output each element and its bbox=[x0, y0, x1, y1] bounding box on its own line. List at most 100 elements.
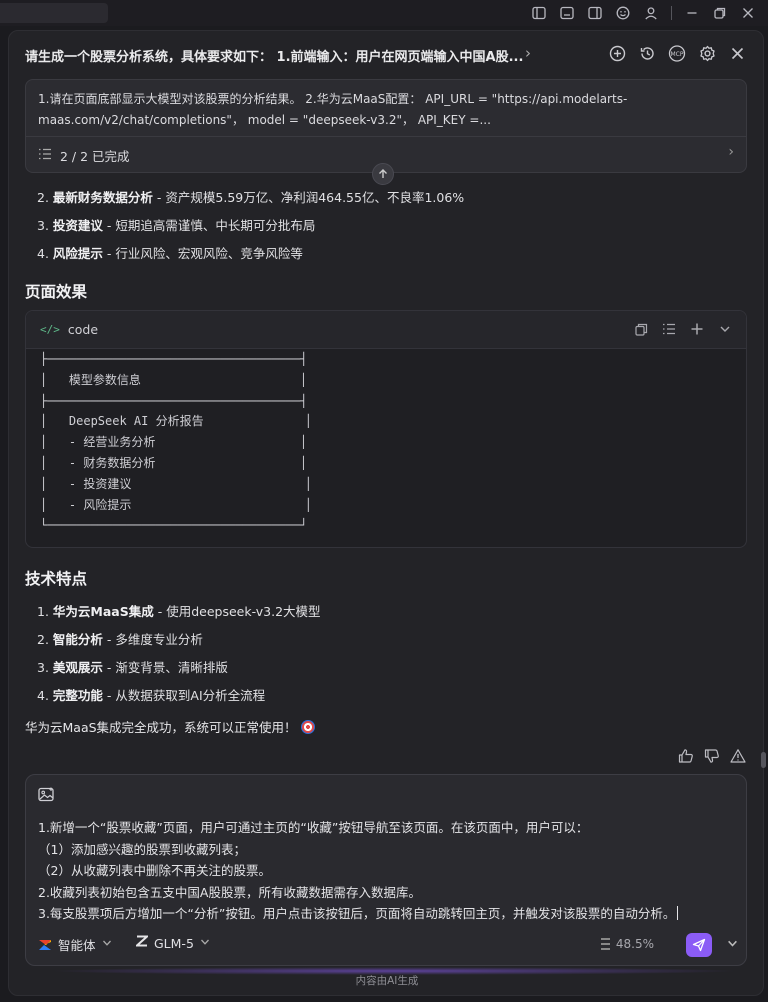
agent-selector[interactable]: 智能体 bbox=[38, 935, 112, 954]
list-item: 4. 完整功能 - 从数据获取到AI分析全流程 bbox=[37, 685, 265, 704]
warning-icon[interactable] bbox=[729, 747, 747, 765]
send-button[interactable] bbox=[686, 933, 712, 957]
section-heading: 页面效果 bbox=[25, 283, 88, 301]
list-lines-icon[interactable] bbox=[660, 320, 678, 338]
composer-toolbar: 智能体 GLM-5 48.5% bbox=[38, 933, 738, 957]
tab-stub[interactable] bbox=[0, 3, 108, 23]
list-number: 2. bbox=[37, 632, 49, 647]
sidebar-left-icon[interactable] bbox=[527, 3, 551, 23]
message-composer: 1.新增一个“股票收藏”页面，用户可通过主页的“收藏”按钮导航至该页面。在该页面… bbox=[25, 774, 747, 966]
code-actions bbox=[632, 320, 734, 338]
svg-text:MCP: MCP bbox=[671, 51, 684, 58]
toolbar-separator bbox=[671, 6, 672, 20]
sidebar-right-icon[interactable] bbox=[583, 3, 607, 23]
requirement-card[interactable]: 1.请在页面底部显示大模型对该股票的分析结果。 2.华为云MaaS配置： API… bbox=[25, 79, 747, 173]
close-window-icon[interactable] bbox=[736, 3, 760, 23]
copy-icon[interactable] bbox=[632, 320, 650, 338]
list-item-title: 美观展示 bbox=[52, 660, 103, 675]
restore-icon[interactable] bbox=[708, 3, 732, 23]
model-selector[interactable]: GLM-5 bbox=[134, 935, 210, 951]
card-divider bbox=[26, 136, 746, 137]
mcp-icon[interactable]: MCP bbox=[667, 43, 687, 63]
input-line: 1.新增一个“股票收藏”页面，用户可通过主页的“收藏”按钮导航至该页面。在该页面… bbox=[38, 820, 589, 835]
chat-panel: 请生成一个股票分析系统，具体要求如下： 1.前端输入：用户在网页端输入中国A股.… bbox=[8, 30, 764, 996]
image-upload-icon[interactable] bbox=[38, 787, 55, 806]
code-block: </> code ├──────────────────────────────… bbox=[25, 310, 747, 548]
list-item-title: 投资建议 bbox=[52, 218, 103, 233]
final-message: 华为云MaaS集成完全成功，系统可以正常使用！ bbox=[25, 717, 315, 736]
panel-bottom-icon[interactable] bbox=[555, 3, 579, 23]
list-item: 1. 华为云MaaS集成 - 使用deepseek-v3.2大模型 bbox=[37, 601, 321, 620]
new-chat-icon[interactable] bbox=[607, 43, 627, 63]
section-heading: 技术特点 bbox=[25, 570, 88, 588]
close-icon[interactable] bbox=[727, 43, 747, 63]
code-language-label: code bbox=[67, 322, 99, 337]
list-item-title: 华为云MaaS集成 bbox=[52, 604, 154, 619]
chevron-right-icon[interactable]: › bbox=[728, 144, 734, 160]
settings-gear-icon[interactable] bbox=[697, 43, 717, 63]
input-line: （2）从收藏列表中删除不再关注的股票。 bbox=[38, 863, 271, 878]
model-label: GLM-5 bbox=[154, 935, 194, 951]
context-bars-icon bbox=[600, 938, 610, 950]
send-options-chevron-icon[interactable] bbox=[727, 938, 738, 952]
agent-logo-icon bbox=[38, 938, 52, 952]
code-icon: </> bbox=[40, 323, 60, 336]
list-item-title: 风险提示 bbox=[52, 246, 103, 261]
list-number: 4. bbox=[37, 246, 49, 261]
list-item-desc: - 使用deepseek-v3.2大模型 bbox=[153, 604, 321, 619]
list-item: 2. 智能分析 - 多维度专业分析 bbox=[37, 629, 203, 648]
context-usage[interactable]: 48.5% bbox=[600, 937, 654, 951]
message-input[interactable]: 1.新增一个“股票收藏”页面，用户可通过主页的“收藏”按钮导航至该页面。在该页面… bbox=[38, 817, 738, 925]
progress-label: 2 / 2 已完成 bbox=[60, 149, 130, 164]
history-icon[interactable] bbox=[637, 43, 657, 63]
final-message-text: 华为云MaaS集成完全成功，系统可以正常使用！ bbox=[25, 720, 297, 735]
chat-header: 请生成一个股票分析系统，具体要求如下： 1.前端输入：用户在网页端输入中国A股.… bbox=[9, 31, 763, 79]
input-line: 2.收藏列表初始包含五支中国A股股票，所有收藏数据需存入数据库。 bbox=[38, 884, 421, 900]
feedback-actions bbox=[677, 747, 747, 765]
ai-generated-note: 内容由AI生成 bbox=[355, 975, 419, 987]
input-line: （1）添加感兴趣的股票到收藏列表； bbox=[38, 841, 246, 857]
list-item-title: 智能分析 bbox=[52, 632, 103, 647]
smiley-icon[interactable] bbox=[611, 3, 635, 23]
chevron-down-icon bbox=[102, 938, 112, 951]
list-item-title: 完整功能 bbox=[52, 688, 103, 703]
chat-title[interactable]: 请生成一个股票分析系统，具体要求如下： 1.前端输入：用户在网页端输入中国A股.… bbox=[25, 46, 523, 65]
agent-label: 智能体 bbox=[58, 938, 96, 953]
list-item: 3. 投资建议 - 短期追高需谨慎、中长期可分批布局 bbox=[37, 215, 315, 234]
input-line-text: 3.每支股票项后方增加一个“分析”按钮。用户点击该按钮后，页面将自动跳转回主页，… bbox=[38, 906, 676, 921]
list-number: 3. bbox=[37, 660, 49, 675]
chevron-right-icon[interactable]: › bbox=[525, 44, 531, 62]
top-bar bbox=[0, 0, 768, 26]
list-item-desc: - 资产规模5.59万亿、净利润464.55亿、不良率1.06% bbox=[152, 190, 465, 205]
chevron-down-icon bbox=[200, 937, 210, 950]
list-item-desc: - 短期追高需谨慎、中长期可分批布局 bbox=[102, 218, 316, 233]
thumbs-up-icon[interactable] bbox=[677, 747, 695, 765]
list-number: 3. bbox=[37, 218, 49, 233]
list-number: 2. bbox=[37, 190, 49, 205]
minimize-icon[interactable] bbox=[680, 3, 704, 23]
text-caret bbox=[677, 906, 679, 920]
chevron-down-icon[interactable] bbox=[716, 320, 734, 338]
task-progress[interactable]: 2 / 2 已完成 bbox=[38, 146, 130, 165]
list-item-desc: - 渐变背景、清晰排版 bbox=[102, 660, 228, 675]
window-controls bbox=[527, 3, 760, 23]
list-item-desc: - 多维度专业分析 bbox=[102, 632, 203, 647]
scrollbar-thumb[interactable] bbox=[761, 752, 766, 768]
zhipu-logo-icon bbox=[134, 935, 150, 951]
requirement-line-1: 1.请在页面底部显示大模型对该股票的分析结果。 2.华为云MaaS配置： API… bbox=[38, 92, 628, 106]
list-icon bbox=[38, 148, 52, 163]
thumbs-down-icon[interactable] bbox=[703, 747, 721, 765]
list-item: 3. 美观展示 - 渐变背景、清晰排版 bbox=[37, 657, 228, 676]
code-content: ├───────────────────────────────────┤ │ … bbox=[40, 352, 312, 533]
user-icon[interactable] bbox=[639, 3, 663, 23]
header-actions: MCP bbox=[607, 43, 747, 63]
plus-icon[interactable] bbox=[688, 320, 706, 338]
list-item: 4. 风险提示 - 行业风险、宏观风险、竞争风险等 bbox=[37, 243, 303, 262]
context-usage-value: 48.5% bbox=[615, 937, 654, 951]
requirement-line-2: maas.com/v2/chat/completions"， model = "… bbox=[38, 113, 491, 127]
list-number: 1. bbox=[37, 604, 49, 619]
scroll-up-button[interactable] bbox=[372, 163, 394, 185]
requirement-text: 1.请在页面底部显示大模型对该股票的分析结果。 2.华为云MaaS配置： API… bbox=[38, 89, 728, 131]
code-block-header: </> code bbox=[26, 311, 746, 349]
input-line-last: 3.每支股票项后方增加一个“分析”按钮。用户点击该按钮后，页面将自动跳转回主页，… bbox=[38, 903, 738, 925]
